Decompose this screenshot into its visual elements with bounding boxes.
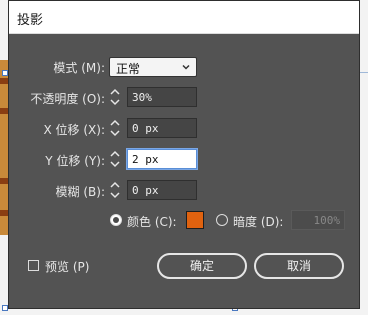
y-offset-input[interactable]: 2 px	[127, 149, 197, 169]
spinner-up-down-icon	[110, 181, 120, 199]
drop-shadow-dialog: 投影 模式 (M): 正常 不透明度 (O): 30% X 位移 (X): 0 …	[8, 0, 360, 309]
mode-value: 正常	[116, 62, 141, 76]
x-offset-label: X 位移 (X):	[43, 123, 105, 137]
darkness-input[interactable]: 100%	[291, 210, 345, 230]
opacity-label-box: 不透明度 (O):	[9, 87, 105, 109]
darkness-label: 暗度 (D):	[233, 215, 284, 229]
mode-select[interactable]: 正常	[109, 57, 197, 77]
color-radio[interactable]	[110, 214, 122, 226]
darkness-radio[interactable]	[216, 214, 228, 226]
blur-spinner[interactable]	[109, 180, 121, 200]
spinner-up-down-icon	[110, 119, 120, 137]
spinner-up-down-icon	[110, 88, 120, 106]
x-offset-label-box: X 位移 (X):	[9, 118, 105, 140]
preview-checkbox[interactable]	[28, 260, 39, 271]
dialog-titlebar: 投影	[9, 1, 359, 34]
x-offset-spinner[interactable]	[109, 118, 121, 138]
y-offset-label-box: Y 位移 (Y):	[9, 149, 105, 171]
opacity-spinner[interactable]	[109, 87, 121, 107]
color-swatch[interactable]	[186, 211, 204, 229]
spinner-up-down-icon	[110, 150, 120, 168]
blur-label: 模糊 (B):	[55, 185, 105, 199]
opacity-input[interactable]: 30%	[127, 87, 197, 107]
mode-label-box: 模式 (M):	[9, 56, 105, 78]
y-offset-label: Y 位移 (Y):	[45, 154, 105, 168]
blur-label-box: 模糊 (B):	[9, 180, 105, 202]
ok-button[interactable]: 确定	[157, 253, 247, 279]
y-offset-spinner[interactable]	[109, 149, 121, 169]
blur-input[interactable]: 0 px	[127, 180, 197, 200]
preview-label: 预览 (P)	[45, 260, 90, 274]
mode-label: 模式 (M):	[53, 61, 105, 75]
chevron-down-icon	[182, 64, 190, 70]
color-label: 颜色 (C):	[127, 215, 177, 229]
x-offset-input[interactable]: 0 px	[127, 118, 197, 138]
cancel-button[interactable]: 取消	[254, 253, 344, 279]
dialog-title: 投影	[17, 13, 44, 28]
opacity-label: 不透明度 (O):	[30, 92, 105, 106]
